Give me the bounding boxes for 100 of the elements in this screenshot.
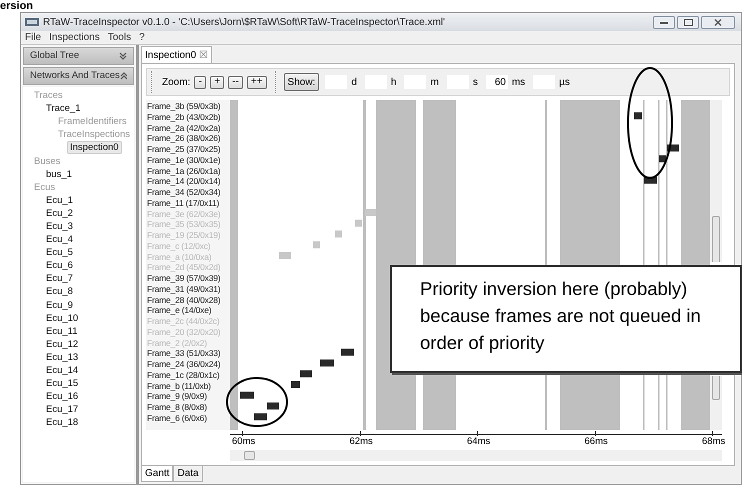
tree-item[interactable]: Ecu_12: [43, 338, 82, 351]
tree-item[interactable]: Ecu_16: [43, 390, 82, 404]
menu-item[interactable]: Tools: [108, 30, 132, 45]
scrollbar-thumb[interactable]: [712, 216, 720, 262]
unit-label: ms: [512, 76, 526, 90]
axis-label: 60ms: [232, 436, 256, 448]
unit-label: h: [390, 76, 396, 90]
frame-label: Frame_3e (62/0x3e): [147, 208, 222, 220]
bottom-tab[interactable]: Gantt: [141, 466, 174, 482]
frame-label: Frame_20 (32/0x20): [147, 326, 222, 338]
close-button[interactable]: [701, 16, 735, 28]
zoom-button[interactable]: --: [228, 76, 243, 88]
maximize-icon: [684, 18, 692, 26]
frame-label: Frame_28 (40/0x28): [147, 294, 222, 306]
horizontal-scrollbar[interactable]: [230, 450, 722, 461]
frame-label: Frame_11 (17/0x11): [147, 198, 220, 208]
unit-label: µs: [559, 76, 570, 90]
frame-label: Frame_33 (51/0x33): [147, 348, 222, 359]
panel-label: Networks And Traces: [30, 68, 120, 83]
unit-label: s: [472, 76, 478, 90]
tree-item[interactable]: Trace_1: [43, 102, 84, 116]
scrollbar-thumb[interactable]: [712, 376, 720, 400]
frame-label: Frame_2c (44/0x2c): [147, 316, 220, 327]
frame-label: Frame_14 (20/0x14): [147, 176, 222, 187]
tree-item[interactable]: Ecu_7: [43, 272, 76, 286]
frame-label: Frame_8 (8/0x8): [147, 402, 208, 413]
tree-item[interactable]: Ecu_18: [43, 416, 82, 430]
frame-label: Frame_1e (30/0x1e): [147, 154, 222, 166]
callout-text: Priority inversion here (probably) because frames are not queued in order of priority: [420, 277, 702, 355]
frame-label: Frame_39 (57/0x39): [147, 273, 222, 284]
tree-item[interactable]: Ecu_13: [43, 350, 82, 364]
frame-label: Frame_19 (25/0x19): [147, 230, 222, 241]
frame-label: Frame_35 (53/0x35): [147, 219, 222, 230]
time-field[interactable]: 60: [486, 75, 508, 89]
axis-label: 66ms: [584, 436, 608, 448]
vertical-scrollbar[interactable]: [710, 100, 722, 262]
close-icon: [714, 18, 722, 26]
frame-label: Frame_3b (59/0x3b): [147, 101, 222, 112]
minimize-button[interactable]: [653, 16, 675, 28]
tree-item[interactable]: Ecu_3: [43, 220, 76, 233]
unit-label: d: [351, 76, 357, 90]
axis-label: 62ms: [350, 436, 373, 448]
frame-label: Frame_6 (6/0x6): [147, 412, 208, 424]
close-tab-button[interactable]: ☒: [199, 48, 208, 62]
axis-label: 68ms: [702, 436, 726, 448]
expand-icon: [119, 52, 127, 60]
tree-item[interactable]: Ecu_2: [43, 206, 76, 220]
frame-label: Frame_31 (49/0x31): [147, 284, 222, 294]
tab-label: Inspection0: [145, 48, 196, 62]
frame-label: Frame_1a (26/0x1a): [147, 166, 222, 176]
frame-label: Frame_9 (9/0x9): [147, 391, 208, 402]
maximize-button[interactable]: [677, 16, 699, 28]
tree-item[interactable]: Ecu_9: [43, 298, 76, 312]
menu-item[interactable]: ?: [139, 30, 145, 45]
zoom-button[interactable]: -: [194, 76, 206, 88]
panel-header[interactable]: Networks And Traces: [23, 67, 134, 85]
tree-item[interactable]: Ecu_11: [43, 324, 81, 338]
tree-item[interactable]: Ecu_15: [43, 377, 82, 390]
tree-item[interactable]: Ecu_8: [43, 285, 76, 298]
tree-item[interactable]: Ecu_10: [43, 312, 82, 325]
tree-item[interactable]: Ecu_6: [43, 259, 76, 272]
circle-annotation: [226, 377, 288, 427]
zoom-button[interactable]: ++: [246, 76, 267, 88]
panel-header[interactable]: Global Tree: [23, 47, 134, 65]
unit-label: m: [430, 76, 439, 90]
frame-label: Frame_25 (37/0x25): [147, 144, 222, 155]
window-title: RTaW-TraceInspector v0.1.0 - 'C:\Users\Jorn\$RTaW\Soft\RTaW-TraceInspector\Trace.xml': [43, 16, 445, 30]
tree-item[interactable]: Ecu_5: [43, 246, 76, 260]
menu-item[interactable]: Inspections: [49, 30, 100, 45]
tree-item[interactable]: Ecu_1: [43, 194, 76, 207]
minimize-icon: [660, 20, 668, 24]
tree-item[interactable]: Ecu_4: [43, 233, 76, 246]
bottom-tab[interactable]: Data: [173, 466, 203, 482]
frame-label: Frame_26 (38/0x26): [147, 133, 222, 144]
zoom-label: Zoom:: [162, 76, 190, 90]
vertical-scrollbar[interactable]: [710, 376, 722, 430]
frame-label: Frame_e (14/0xe): [147, 305, 212, 316]
tree-item[interactable]: bus_1: [43, 168, 75, 181]
slide-heading: ersion: [0, 0, 34, 12]
axis-label: 64ms: [467, 436, 490, 448]
collapse-icon: [120, 72, 127, 80]
frame-label: Frame_c (12/0xc): [147, 240, 212, 252]
frame-label: Frame_b (11/0xb): [147, 380, 212, 392]
zoom-button[interactable]: +: [210, 76, 224, 88]
frame-label: Frame_2d (45/0x2d): [147, 262, 222, 273]
menu-item[interactable]: File: [25, 30, 42, 45]
show-button[interactable]: Show:: [284, 73, 320, 91]
frame-label: Frame_34 (52/0x34): [147, 187, 222, 198]
tree-item[interactable]: Ecu_17: [43, 403, 82, 416]
frame-label: Frame_24 (36/0x24): [147, 359, 222, 370]
frame-label: Frame_2 (2/0x2): [147, 338, 208, 348]
scrollbar-thumb[interactable]: [244, 451, 255, 460]
frame-label: Frame_1c (28/0x1c): [147, 370, 220, 380]
app-icon: [25, 17, 39, 27]
panel-label: Global Tree: [30, 48, 80, 63]
frame-label: Frame_a (10/0xa): [147, 252, 212, 262]
editor-tab[interactable]: Inspection0 ☒: [141, 46, 212, 63]
frame-label: Frame_2a (42/0x2a): [147, 122, 222, 134]
tree-item[interactable]: Inspection0: [67, 141, 122, 154]
tree-item[interactable]: Ecu_14: [43, 364, 82, 378]
